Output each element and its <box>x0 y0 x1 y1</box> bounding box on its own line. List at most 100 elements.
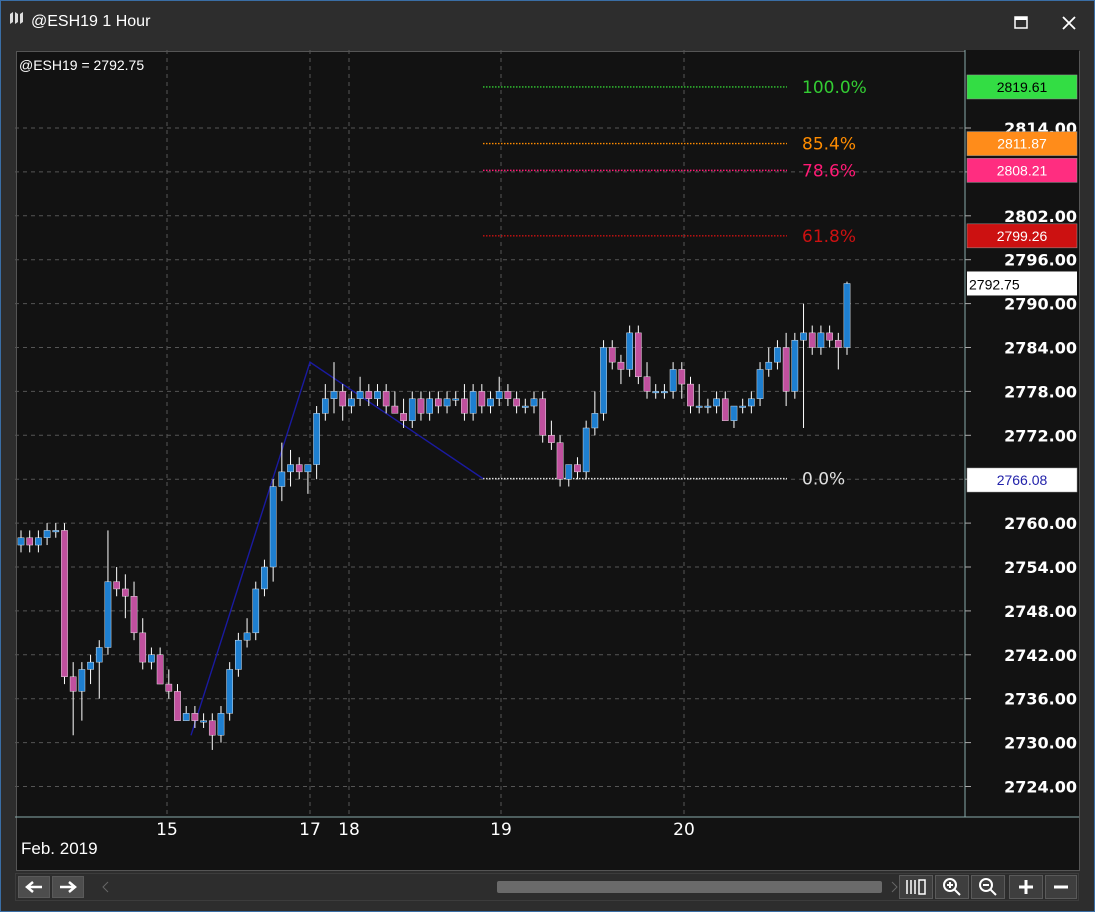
candle-body <box>695 405 703 408</box>
candle-body <box>739 405 746 408</box>
zoom-out-button[interactable] <box>971 875 1005 899</box>
x-tick-label: 18 <box>338 820 360 840</box>
fib-price-label: 2808.21 <box>997 162 1048 178</box>
candle-body <box>374 391 381 399</box>
candle-body <box>174 691 181 721</box>
candle-body <box>156 654 164 685</box>
y-tick-label: 2778.00 <box>1004 382 1077 401</box>
candle-body <box>87 661 94 670</box>
candle-body <box>365 391 373 399</box>
y-tick-label: 2748.00 <box>1004 602 1077 621</box>
price-chart[interactable]: 100.0%85.4%78.6%61.8%0.0% 2814.002808.00… <box>15 50 1079 870</box>
candlesticks <box>17 281 851 750</box>
arrow-left-icon <box>25 881 42 893</box>
fib-swing-line[interactable] <box>190 361 484 736</box>
candle-body <box>565 464 573 480</box>
candle-body <box>765 361 773 370</box>
candle-body <box>643 376 651 392</box>
candle-body <box>182 713 190 721</box>
candle-body <box>582 427 590 473</box>
y-tick-label: 2754.00 <box>1004 558 1077 577</box>
candle-body <box>217 713 225 736</box>
candle-body <box>295 464 303 473</box>
last-price-label: 2792.75 <box>969 276 1020 292</box>
scroll-left-button[interactable] <box>18 876 50 898</box>
bar-spacing-button[interactable] <box>899 875 933 899</box>
candle-body <box>600 347 607 414</box>
zoom-in-icon <box>943 878 961 896</box>
candle-body <box>756 369 764 399</box>
candle-body <box>208 720 216 736</box>
candle-body <box>269 486 277 568</box>
candle-body <box>748 398 755 407</box>
scroll-right-button[interactable] <box>52 876 84 898</box>
candle-body <box>339 391 347 407</box>
candle-body <box>435 398 442 407</box>
candle-body <box>165 683 173 692</box>
close-button[interactable] <box>1049 7 1089 39</box>
app-logo-icon <box>10 12 23 24</box>
candle-body <box>617 361 625 370</box>
candle-body <box>304 464 312 473</box>
maximize-button[interactable] <box>1001 7 1041 39</box>
fib-percent-label: 61.8% <box>802 227 856 247</box>
candle-body <box>287 464 294 473</box>
candle-body <box>669 369 677 392</box>
candle-body <box>243 632 251 641</box>
candle-body <box>817 332 825 348</box>
symbol-info-label: @ESH19 = 2792.75 <box>19 57 144 73</box>
candle-body <box>713 398 720 407</box>
candle-body <box>461 398 468 414</box>
candle-body <box>113 581 120 590</box>
price-axis[interactable]: 2814.002808.002802.002796.002790.002784.… <box>964 50 1079 817</box>
x-tick-label: 19 <box>490 820 512 840</box>
plus-icon <box>1019 880 1033 894</box>
expand-button[interactable] <box>1009 875 1043 899</box>
scroll-caret-left-icon[interactable] <box>102 881 110 893</box>
y-tick-label: 2730.00 <box>1004 734 1077 753</box>
scroll-caret-right-icon[interactable] <box>890 881 898 893</box>
x-tick-label: 15 <box>156 820 178 840</box>
candle-body <box>382 391 390 407</box>
candle-body <box>521 405 529 408</box>
candle-body <box>26 537 34 546</box>
candle-body <box>17 537 25 546</box>
chart-navigation-bar <box>15 873 1079 901</box>
compress-button[interactable] <box>1045 875 1077 899</box>
candle-body <box>843 283 851 348</box>
candle-body <box>634 332 642 377</box>
y-tick-label: 2736.00 <box>1004 690 1077 709</box>
candle-body <box>652 391 660 394</box>
candle-body <box>400 413 407 421</box>
candle-body <box>252 588 260 634</box>
candle-body <box>69 676 77 692</box>
candle-body <box>530 398 538 407</box>
candle-body <box>417 398 425 414</box>
y-tick-label: 2742.00 <box>1004 646 1077 665</box>
candle-body <box>504 391 512 399</box>
y-tick-label: 2790.00 <box>1004 295 1077 314</box>
zoom-in-button[interactable] <box>935 875 969 899</box>
candle-body <box>721 398 729 421</box>
title-bar: @ESH19 1 Hour <box>1 1 1094 45</box>
candle-body <box>52 530 60 533</box>
candle-body <box>626 332 633 370</box>
scrollbar-thumb[interactable] <box>497 881 882 893</box>
time-axis[interactable]: 15 17 18 19 20 <box>15 816 1079 840</box>
candle-body <box>321 398 329 414</box>
fib-percent-label: 78.6% <box>802 161 856 181</box>
candle-body <box>834 339 842 348</box>
candle-body <box>556 442 564 480</box>
candle-body <box>487 398 494 407</box>
y-tick-label: 2772.00 <box>1004 426 1077 445</box>
candle-body <box>78 669 86 692</box>
candle-body <box>191 713 199 721</box>
candle-body <box>730 405 738 421</box>
candle-body <box>782 347 790 392</box>
fibonacci-anchor-line <box>190 361 484 736</box>
candle-body <box>704 405 712 408</box>
horizontal-scrollbar[interactable] <box>102 877 902 897</box>
candle-body <box>478 391 486 407</box>
candle-body <box>356 391 364 399</box>
fib-price-label: 2819.61 <box>997 79 1048 95</box>
